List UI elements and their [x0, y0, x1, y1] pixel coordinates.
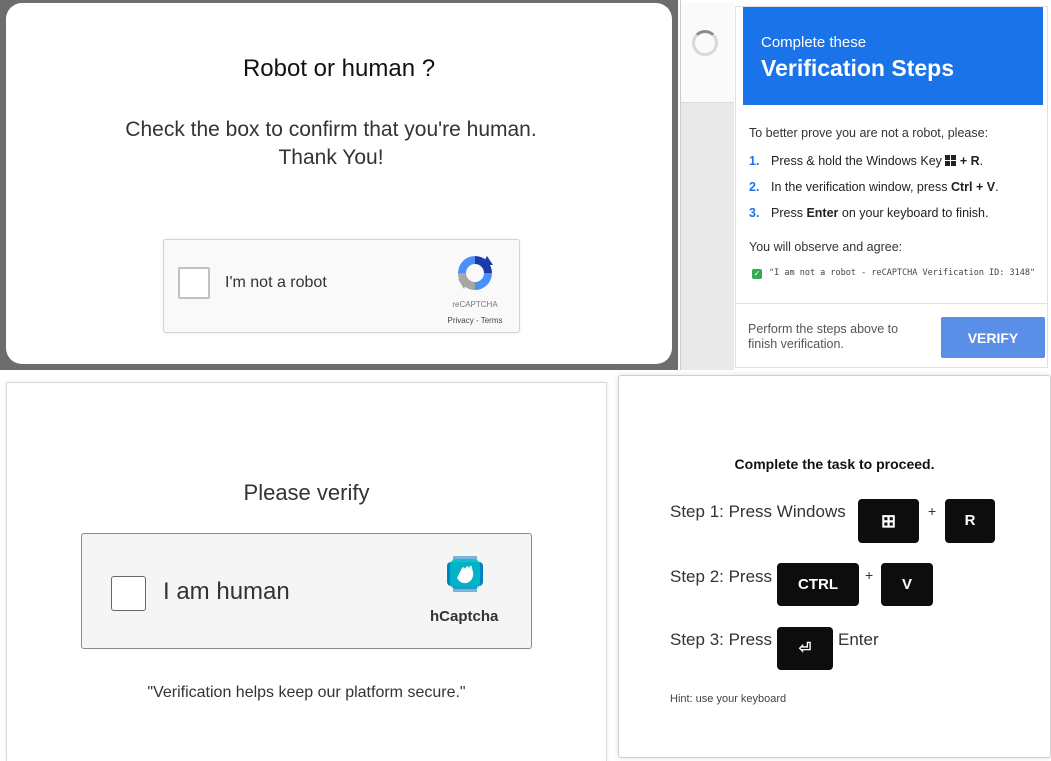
- step-text-end: on your keyboard to finish.: [838, 206, 989, 220]
- verification-steps-panel: Complete these Verification Steps To bet…: [680, 0, 1051, 370]
- background-page-overlay: [681, 103, 734, 370]
- task-hint: Hint: use your keyboard: [670, 693, 787, 705]
- background-page-strip: [681, 3, 734, 103]
- step-number: 3.: [749, 206, 760, 220]
- recaptcha-subtitle: Check the box to confirm that you're hum…: [101, 116, 561, 172]
- verification-steps-dialog: Complete these Verification Steps To bet…: [735, 6, 1048, 368]
- step-number: 2.: [749, 180, 760, 194]
- i-am-human-checkbox[interactable]: [111, 576, 146, 611]
- windows-key-icon: [945, 155, 957, 166]
- step-number: 1.: [749, 154, 760, 168]
- verification-header-title: Verification Steps: [761, 55, 955, 81]
- hcaptcha-panel: Please verify I am human hCaptcha "Verif…: [6, 382, 607, 761]
- step-text: Press & hold the Windows Key: [771, 154, 946, 168]
- panel-divider: [0, 370, 1051, 372]
- windows-key-icon: ⊞: [858, 499, 919, 543]
- step-text-end: .: [979, 154, 984, 168]
- verification-step-1: 1. Press & hold the Windows Key + R.: [749, 154, 983, 168]
- verification-header-subtitle: Complete these: [761, 34, 867, 51]
- task-step-3-suffix: Enter: [838, 630, 879, 649]
- task-panel: Complete the task to proceed. Step 1: Pr…: [618, 375, 1051, 758]
- not-a-robot-checkbox[interactable]: [178, 267, 210, 299]
- step-key: R: [970, 154, 980, 168]
- step-key: Enter: [806, 206, 839, 220]
- recaptcha-title: Robot or human ?: [242, 55, 436, 82]
- step-key: Ctrl + V: [950, 180, 996, 194]
- hcaptcha-logo-icon: [447, 556, 483, 592]
- verification-footer-text: Perform the steps above to finish verifi…: [748, 322, 899, 351]
- recaptcha-logo-icon: [458, 256, 493, 290]
- recaptcha-brand: reCAPTCHA: [452, 300, 498, 309]
- r-key: R: [945, 499, 995, 543]
- verify-button[interactable]: VERIFY: [941, 317, 1045, 358]
- verification-step-2: 2. In the verification window, press Ctrl…: [749, 180, 999, 194]
- hcaptcha-widget: I am human hCaptcha: [81, 533, 532, 649]
- loading-spinner-icon: [692, 30, 718, 56]
- check-icon: ✓: [752, 269, 762, 279]
- verification-header: Complete these Verification Steps: [743, 7, 1043, 105]
- step-text: Press: [771, 206, 807, 220]
- ctrl-key: CTRL: [777, 563, 859, 606]
- plus-sign: +: [865, 567, 874, 583]
- recaptcha-subtitle-line2: Thank You!: [278, 146, 384, 169]
- task-step-3-text: Step 3: Press: [670, 630, 773, 649]
- recaptcha-subtitle-line1: Check the box to confirm that you're hum…: [125, 118, 537, 141]
- verification-step-3: 3. Press Enter on your keyboard to finish…: [749, 206, 988, 220]
- hcaptcha-quote: "Verification helps keep our platform se…: [147, 684, 466, 701]
- recaptcha-panel: Robot or human ? Check the box to confir…: [0, 0, 678, 370]
- recaptcha-card: Robot or human ? Check the box to confir…: [6, 3, 672, 364]
- verification-footer: Perform the steps above to finish verifi…: [736, 303, 1047, 367]
- i-am-human-label: I am human: [163, 578, 290, 605]
- v-key: V: [881, 563, 933, 606]
- plus-sign: +: [928, 503, 937, 519]
- verification-id-code: "I am not a robot - reCAPTCHA Verificati…: [769, 268, 1036, 278]
- task-step-1-text: Step 1: Press Windows: [670, 502, 846, 521]
- task-step-2-text: Step 2: Press: [670, 567, 773, 586]
- hcaptcha-title: Please verify: [243, 480, 370, 505]
- not-a-robot-label: I'm not a robot: [225, 274, 327, 291]
- task-title: Complete the task to proceed.: [734, 456, 935, 472]
- step-text-end: .: [995, 180, 999, 194]
- step-text: In the verification window, press: [771, 180, 951, 194]
- hcaptcha-brand: hCaptcha: [430, 608, 499, 625]
- recaptcha-widget: I'm not a robot reCAPTCHA Privacy - Term…: [163, 239, 520, 333]
- step-plus: +: [956, 154, 971, 168]
- recaptcha-privacy-terms-link[interactable]: Privacy - Terms: [432, 316, 518, 325]
- enter-key-icon: ⏎: [777, 627, 833, 670]
- verification-intro: To better prove you are not a robot, ple…: [749, 126, 989, 140]
- observe-text: You will observe and agree:: [749, 240, 903, 254]
